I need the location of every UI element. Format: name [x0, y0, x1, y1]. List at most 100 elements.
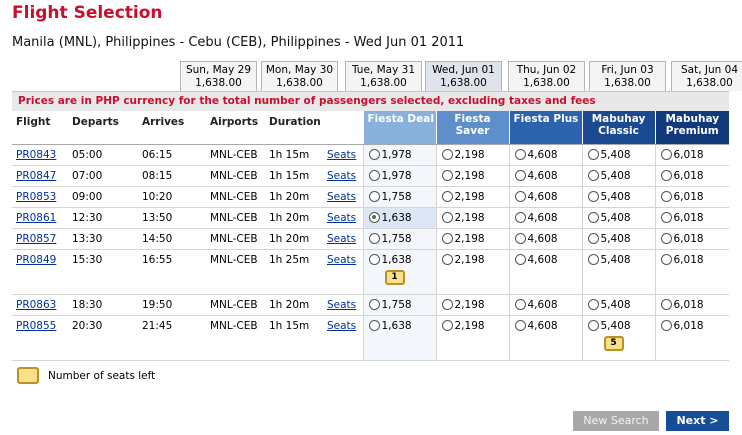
date-tab-5[interactable]: Fri, Jun 03 1,638.00 [589, 61, 666, 91]
fare-radio[interactable] [441, 148, 453, 160]
fare-option[interactable]: 6,018 [654, 144, 729, 166]
flight-number-link[interactable]: PR0843 [16, 149, 56, 161]
fare-option[interactable]: 4,608 [508, 186, 582, 208]
fare-radio[interactable] [514, 232, 526, 244]
fare-radio[interactable] [660, 169, 672, 181]
fare-option[interactable]: 4,608 [508, 249, 582, 295]
fare-option[interactable]: 1,758 [362, 228, 436, 250]
fare-radio[interactable] [368, 319, 380, 331]
fare-option[interactable]: 2,198 [435, 144, 509, 166]
fare-radio[interactable] [660, 148, 672, 160]
fare-option[interactable]: 1,638 [362, 207, 436, 229]
fare-radio[interactable] [441, 298, 453, 310]
fare-radio[interactable] [368, 232, 380, 244]
fare-option[interactable]: 6,018 [654, 249, 729, 295]
flight-number-link[interactable]: PR0849 [16, 254, 56, 266]
seats-link[interactable]: Seats [327, 320, 356, 332]
flight-number-link[interactable]: PR0857 [16, 233, 56, 245]
fare-option[interactable]: 6,018 [654, 165, 729, 187]
fare-radio[interactable] [587, 190, 599, 202]
fare-option[interactable]: 2,198 [435, 294, 509, 316]
seats-link[interactable]: Seats [327, 233, 356, 245]
seats-link[interactable]: Seats [327, 212, 356, 224]
fare-radio[interactable] [660, 298, 672, 310]
fare-option[interactable]: 4,608 [508, 294, 582, 316]
date-tab-0[interactable]: Sun, May 29 1,638.00 [180, 61, 257, 91]
date-tab-4[interactable]: Thu, Jun 02 1,638.00 [508, 61, 585, 91]
fare-radio[interactable] [441, 211, 453, 223]
fare-option[interactable]: 5,408 [581, 186, 655, 208]
fare-option[interactable]: 2,198 [435, 249, 509, 295]
fare-radio[interactable] [441, 319, 453, 331]
seats-link[interactable]: Seats [327, 149, 356, 161]
fare-radio[interactable] [660, 253, 672, 265]
fare-option[interactable]: 2,198 [435, 228, 509, 250]
fare-radio[interactable] [514, 319, 526, 331]
fare-option[interactable]: 4,608 [508, 144, 582, 166]
fare-radio[interactable] [514, 298, 526, 310]
fare-radio[interactable] [368, 298, 380, 310]
fare-option[interactable]: 1,758 [362, 186, 436, 208]
fare-option[interactable]: 5,408 [581, 144, 655, 166]
flight-number-link[interactable]: PR0853 [16, 191, 56, 203]
fare-radio[interactable] [368, 148, 380, 160]
fare-option[interactable]: 1,978 [362, 144, 436, 166]
flight-number-link[interactable]: PR0863 [16, 299, 56, 311]
date-tab-6[interactable]: Sat, Jun 04 1,638.00 [671, 61, 742, 91]
fare-option[interactable]: 5,408 [581, 294, 655, 316]
fare-option[interactable]: 1,638 1 [362, 249, 436, 295]
fare-radio[interactable] [514, 253, 526, 265]
date-tab-3[interactable]: Wed, Jun 01 1,638.00 [425, 61, 502, 91]
flight-number-link[interactable]: PR0847 [16, 170, 56, 182]
date-tab-2[interactable]: Tue, May 31 1,638.00 [345, 61, 422, 91]
fare-radio[interactable] [587, 211, 599, 223]
fare-radio[interactable] [441, 190, 453, 202]
fare-option[interactable]: 1,978 [362, 165, 436, 187]
fare-option[interactable]: 6,018 [654, 294, 729, 316]
fare-radio[interactable] [514, 169, 526, 181]
seats-link[interactable]: Seats [327, 299, 356, 311]
fare-option[interactable]: 6,018 [654, 228, 729, 250]
flight-number-link[interactable]: PR0861 [16, 212, 56, 224]
fare-radio[interactable] [587, 298, 599, 310]
fare-option[interactable]: 1,758 [362, 294, 436, 316]
fare-radio[interactable] [587, 148, 599, 160]
fare-radio[interactable] [587, 169, 599, 181]
fare-radio[interactable] [441, 169, 453, 181]
fare-radio[interactable] [514, 211, 526, 223]
fare-option[interactable]: 6,018 [654, 315, 729, 361]
fare-option[interactable]: 5,408 [581, 207, 655, 229]
fare-radio[interactable] [660, 211, 672, 223]
fare-option[interactable]: 2,198 [435, 207, 509, 229]
seats-link[interactable]: Seats [327, 191, 356, 203]
fare-radio[interactable] [441, 253, 453, 265]
fare-radio[interactable] [660, 232, 672, 244]
fare-option[interactable]: 5,408 [581, 249, 655, 295]
fare-option[interactable]: 2,198 [435, 315, 509, 361]
fare-option[interactable]: 5,408 [581, 228, 655, 250]
new-search-button[interactable]: New Search [573, 411, 659, 431]
fare-radio[interactable] [368, 190, 380, 202]
fare-radio[interactable] [368, 211, 380, 223]
date-tab-1[interactable]: Mon, May 30 1,638.00 [261, 61, 338, 91]
fare-radio[interactable] [368, 169, 380, 181]
fare-radio[interactable] [587, 253, 599, 265]
fare-radio[interactable] [660, 190, 672, 202]
fare-option[interactable]: 4,608 [508, 165, 582, 187]
fare-radio[interactable] [368, 253, 380, 265]
seats-link[interactable]: Seats [327, 170, 356, 182]
fare-option[interactable]: 2,198 [435, 186, 509, 208]
next-button[interactable]: Next > [666, 411, 729, 431]
fare-option[interactable]: 5,408 5 [581, 315, 655, 361]
flight-number-link[interactable]: PR0855 [16, 320, 56, 332]
fare-option[interactable]: 5,408 [581, 165, 655, 187]
fare-radio[interactable] [514, 190, 526, 202]
fare-radio[interactable] [587, 232, 599, 244]
fare-option[interactable]: 2,198 [435, 165, 509, 187]
fare-option[interactable]: 4,608 [508, 315, 582, 361]
fare-option[interactable]: 4,608 [508, 207, 582, 229]
fare-option[interactable]: 1,638 [362, 315, 436, 361]
fare-radio[interactable] [587, 319, 599, 331]
seats-link[interactable]: Seats [327, 254, 356, 266]
fare-option[interactable]: 4,608 [508, 228, 582, 250]
